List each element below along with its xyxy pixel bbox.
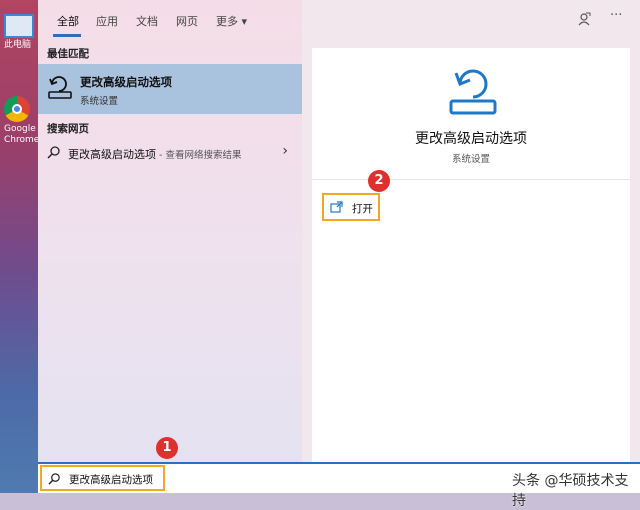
tab-all[interactable]: 全部 — [57, 13, 79, 29]
open-button[interactable]: 打开 — [322, 193, 380, 221]
desktop-icon-label: Google Chrome — [4, 124, 38, 145]
taskbar-search-box[interactable]: 更改高级启动选项 头条 @华硕技术支持 — [38, 462, 640, 509]
open-window-icon — [330, 201, 343, 213]
best-match-item[interactable]: 更改高级启动选项 系统设置 — [38, 64, 302, 114]
search-tabs: 全部 应用 文档 网页 更多 ▾ ··· — [38, 0, 640, 40]
best-match-subtitle: 系统设置 — [80, 96, 119, 107]
search-icon — [47, 146, 60, 159]
search-icon — [48, 473, 60, 485]
watermark: 头条 @华硕技术支持 — [512, 473, 629, 509]
desktop-icon-label: 此电脑 — [4, 40, 32, 50]
desktop-background: 此电脑 Google Chrome — [0, 0, 38, 493]
search-input-value: 更改高级启动选项 — [69, 474, 153, 486]
restore-drive-icon — [449, 69, 497, 115]
detail-title: 更改高级启动选项 — [415, 131, 527, 147]
search-input[interactable]: 更改高级启动选项 — [40, 465, 165, 491]
best-match-title: 更改高级启动选项 — [80, 75, 172, 89]
feedback-icon[interactable] — [577, 12, 591, 30]
computer-icon — [4, 14, 34, 38]
web-search-item[interactable]: 更改高级启动选项 - 查看网络搜索结果 › — [38, 140, 302, 166]
divider — [312, 179, 630, 180]
chrome-icon — [4, 96, 30, 122]
tab-documents[interactable]: 文档 — [136, 13, 158, 29]
restore-drive-icon — [48, 76, 72, 99]
active-tab-indicator — [53, 34, 81, 37]
chevron-right-icon[interactable]: › — [282, 143, 288, 159]
tab-more[interactable]: 更多 ▾ — [216, 13, 247, 29]
more-options-icon[interactable]: ··· — [610, 8, 622, 23]
step-badge-1: 1 — [156, 437, 178, 459]
search-panel: 全部 应用 文档 网页 更多 ▾ ··· 最佳匹配 更改高级启动选项 系统设置 … — [38, 0, 640, 462]
web-search-hint: - 查看网络搜索结果 — [156, 150, 242, 161]
tab-apps[interactable]: 应用 — [96, 13, 118, 29]
desktop-icon-chrome[interactable]: Google Chrome — [4, 96, 38, 146]
detail-pane: 更改高级启动选项 系统设置 打开 2 — [312, 48, 630, 462]
desktop-icon-this-pc[interactable]: 此电脑 — [4, 14, 38, 51]
web-search-query: 更改高级启动选项 - 查看网络搜索结果 — [68, 148, 242, 161]
detail-subtitle: 系统设置 — [451, 154, 490, 165]
step-badge-2: 2 — [368, 170, 390, 192]
best-match-heading: 最佳匹配 — [47, 48, 89, 60]
web-search-heading: 搜索网页 — [47, 123, 89, 135]
open-button-label: 打开 — [352, 203, 373, 215]
tab-web[interactable]: 网页 — [176, 13, 198, 29]
